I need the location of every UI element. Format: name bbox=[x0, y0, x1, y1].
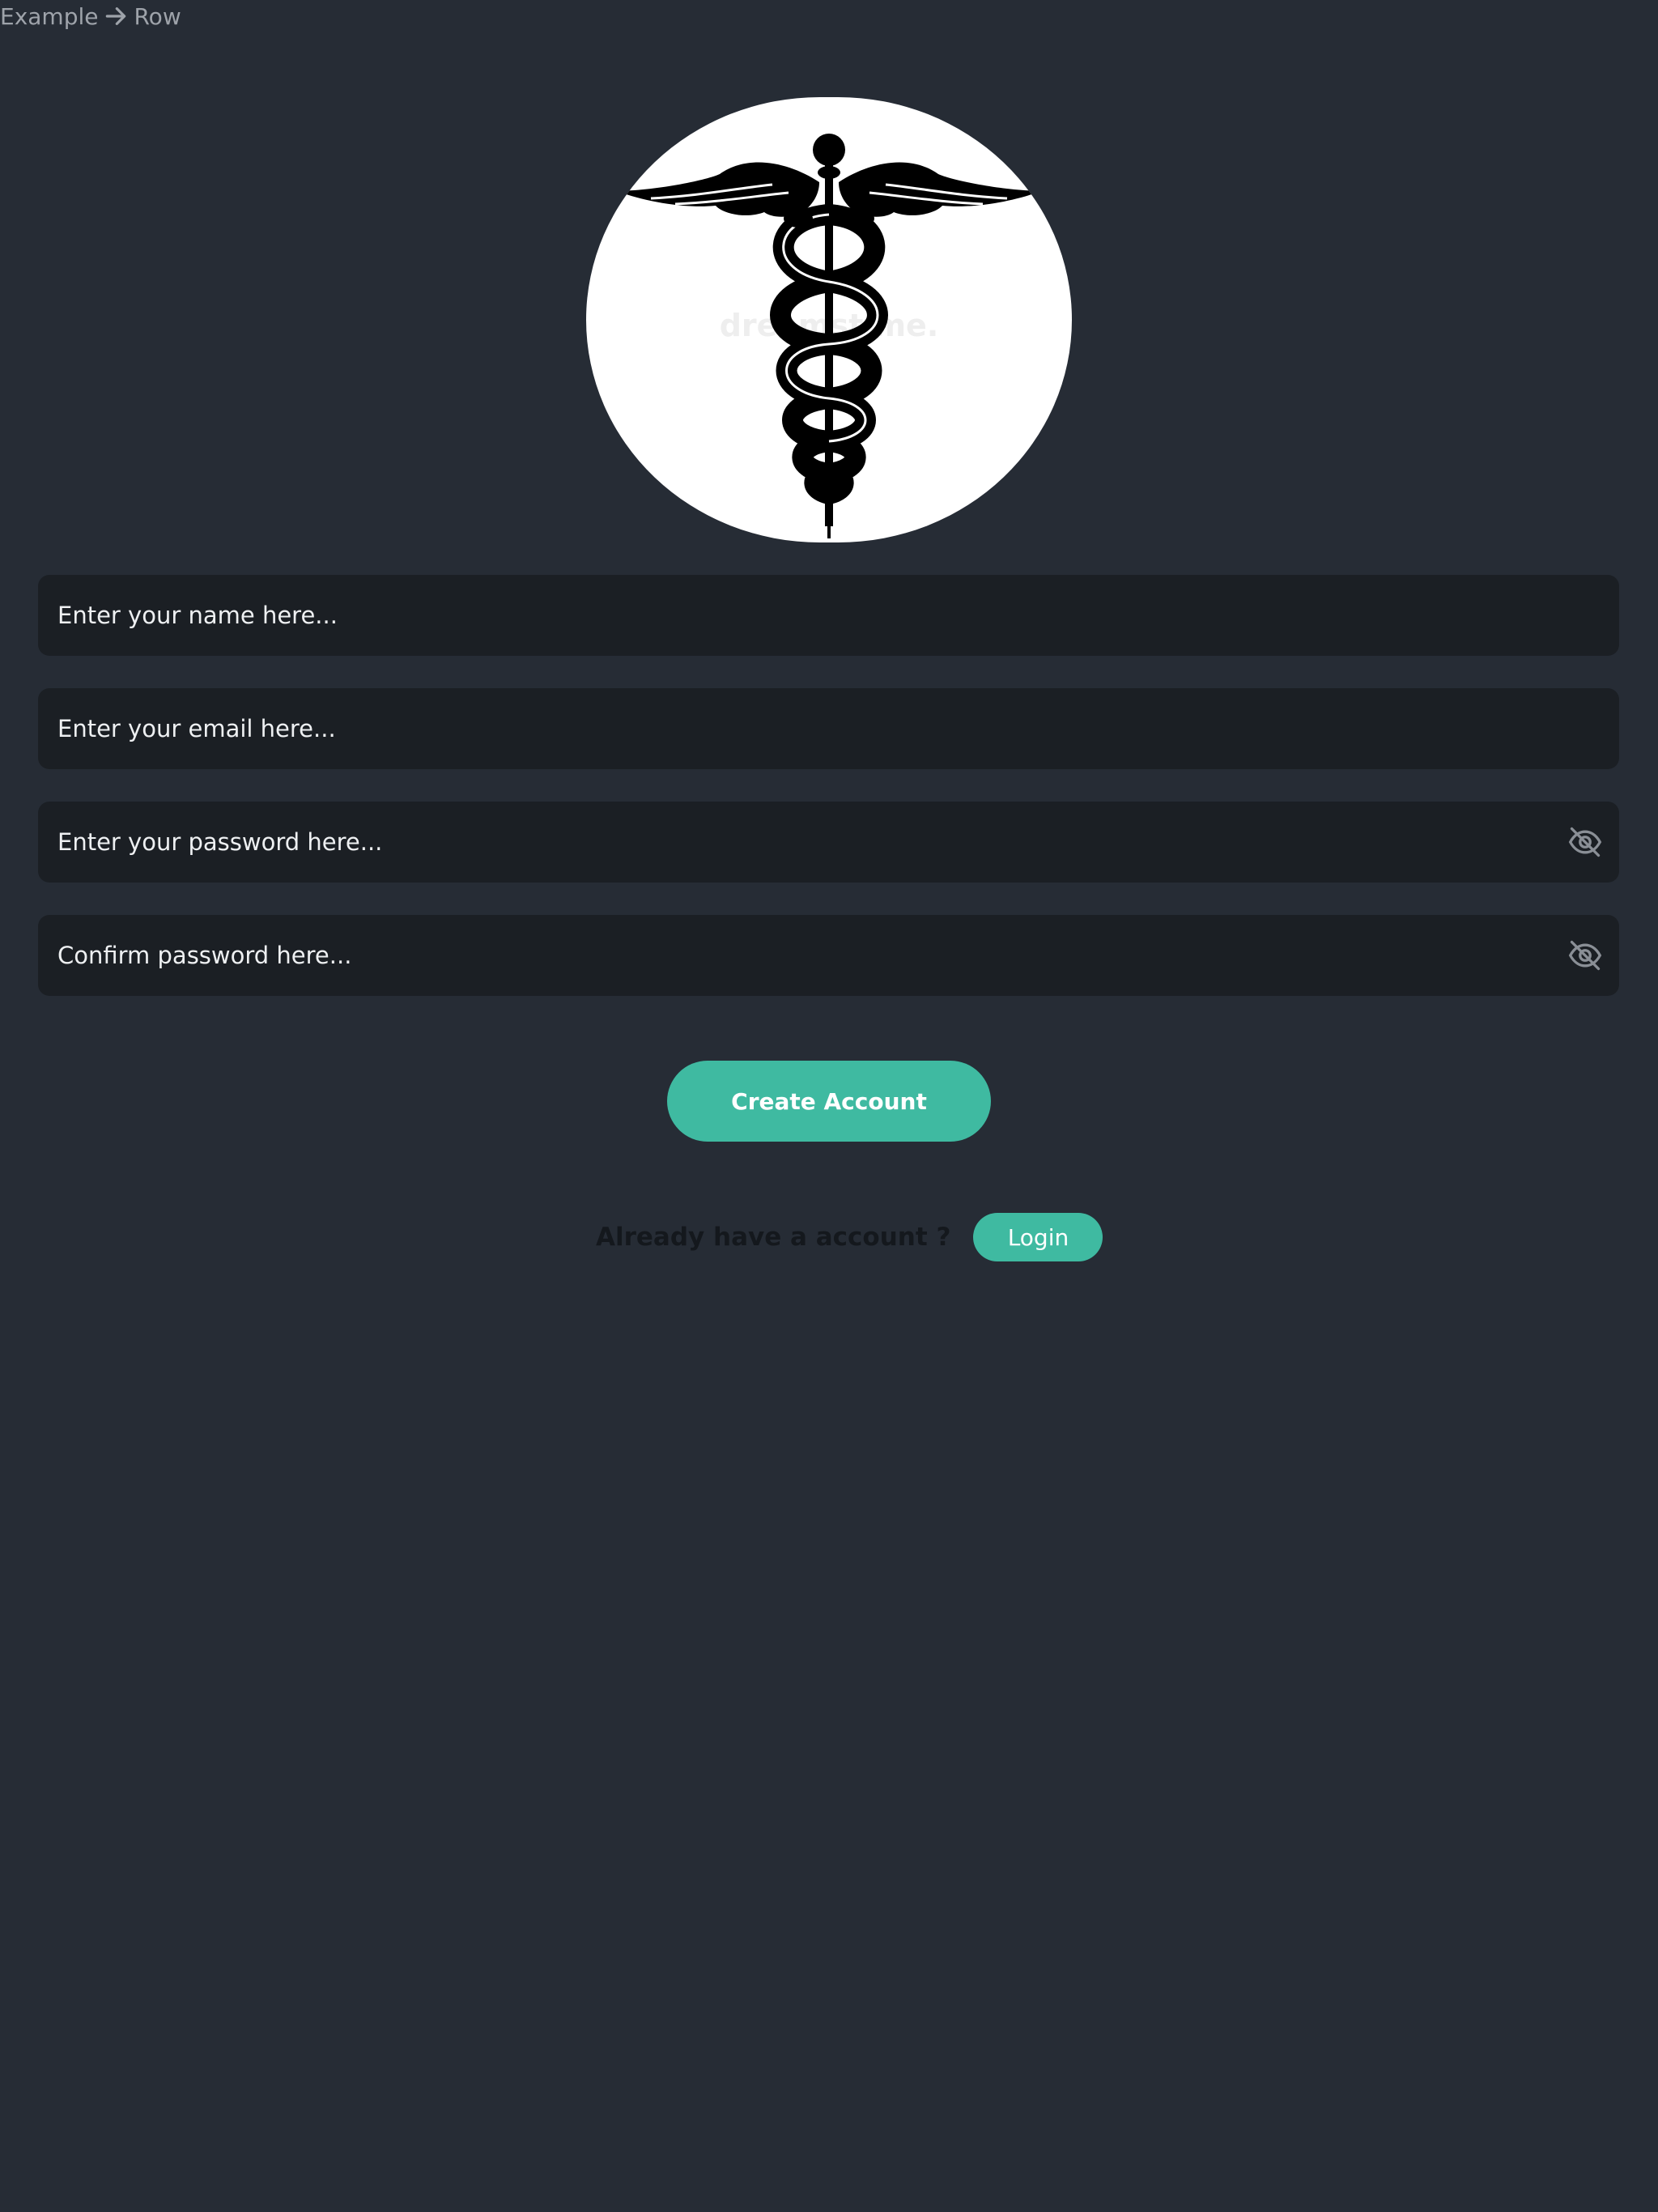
login-button[interactable]: Login bbox=[973, 1213, 1103, 1261]
name-placeholder: Enter your name here... bbox=[57, 602, 338, 629]
eye-off-icon[interactable] bbox=[1567, 938, 1603, 973]
login-prompt: Already have a account ? Login bbox=[596, 1213, 1103, 1261]
arrow-right-icon bbox=[106, 7, 126, 25]
confirm-placeholder: Confirm password here... bbox=[57, 942, 352, 969]
eye-off-icon[interactable] bbox=[1567, 824, 1603, 860]
breadcrumb-current: Row bbox=[134, 2, 181, 30]
create-account-button[interactable]: Create Account bbox=[667, 1061, 991, 1142]
account-question: Already have a account ? bbox=[596, 1223, 951, 1252]
breadcrumb: Example Row bbox=[0, 2, 181, 31]
password-placeholder: Enter your password here... bbox=[57, 828, 383, 856]
password-field[interactable]: Enter your password here... bbox=[38, 802, 1619, 883]
email-placeholder: Enter your email here... bbox=[57, 715, 336, 742]
name-field[interactable]: Enter your name here... bbox=[38, 575, 1619, 656]
caduceus-icon: dreamstime. bbox=[617, 134, 1041, 538]
caduceus-logo: dreamstime. bbox=[586, 97, 1072, 542]
confirm-password-field[interactable]: Confirm password here... bbox=[38, 915, 1619, 996]
breadcrumb-parent[interactable]: Example bbox=[0, 3, 98, 30]
email-field[interactable]: Enter your email here... bbox=[38, 688, 1619, 769]
